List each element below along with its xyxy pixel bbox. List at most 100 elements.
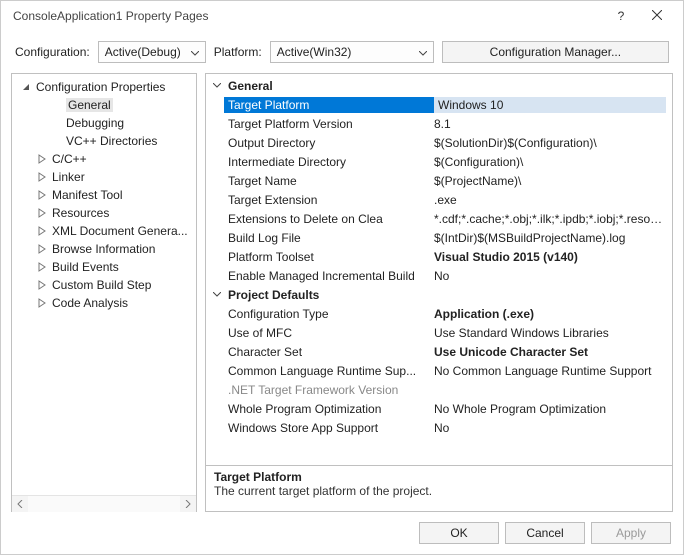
property-value[interactable]: No bbox=[434, 269, 666, 283]
property-row[interactable]: .NET Target Framework Version bbox=[206, 380, 672, 399]
expander-icon[interactable] bbox=[50, 117, 62, 129]
property-row[interactable]: Extensions to Delete on Clea*.cdf;*.cach… bbox=[206, 209, 672, 228]
expander-icon[interactable] bbox=[50, 99, 62, 111]
tree-item-label: Browse Information bbox=[52, 242, 155, 256]
expander-icon[interactable] bbox=[36, 225, 48, 237]
configuration-tree[interactable]: Configuration PropertiesGeneral Debugging… bbox=[12, 74, 196, 495]
tree-item-xml-document-genera-[interactable]: XML Document Genera... bbox=[14, 222, 194, 240]
property-value[interactable]: No Whole Program Optimization bbox=[434, 402, 666, 416]
property-row[interactable]: Character SetUse Unicode Character Set bbox=[206, 342, 672, 361]
expander-icon[interactable] bbox=[36, 279, 48, 291]
help-button[interactable]: ? bbox=[603, 1, 639, 31]
property-row[interactable]: Platform ToolsetVisual Studio 2015 (v140… bbox=[206, 247, 672, 266]
property-name: Target Extension bbox=[224, 193, 434, 207]
property-value[interactable]: No Common Language Runtime Support bbox=[434, 364, 666, 378]
property-value[interactable]: Use Unicode Character Set bbox=[434, 345, 666, 359]
tree-item-manifest-tool[interactable]: Manifest Tool bbox=[14, 186, 194, 204]
expander-icon[interactable] bbox=[36, 189, 48, 201]
tree-item-label: Custom Build Step bbox=[52, 278, 151, 292]
property-name: Common Language Runtime Sup... bbox=[224, 364, 434, 378]
tree-item-build-events[interactable]: Build Events bbox=[14, 258, 194, 276]
property-value[interactable]: No bbox=[434, 421, 666, 435]
property-value[interactable]: $(IntDir)$(MSBuildProjectName).log bbox=[434, 231, 666, 245]
property-row[interactable]: Enable Managed Incremental BuildNo bbox=[206, 266, 672, 285]
tree-item-resources[interactable]: Resources bbox=[14, 204, 194, 222]
expander-icon[interactable] bbox=[36, 261, 48, 273]
platform-dropdown[interactable]: Active(Win32) bbox=[270, 41, 434, 63]
property-name: Target Platform bbox=[224, 97, 434, 113]
tree-item-debugging[interactable]: Debugging bbox=[14, 114, 194, 132]
cancel-button[interactable]: Cancel bbox=[505, 522, 585, 544]
expander-icon[interactable] bbox=[50, 135, 62, 147]
property-value[interactable]: *.cdf;*.cache;*.obj;*.ilk;*.ipdb;*.iobj;… bbox=[434, 212, 666, 226]
close-button[interactable] bbox=[639, 1, 675, 31]
tree-item-vc-directories[interactable]: VC++ Directories bbox=[14, 132, 194, 150]
tree-item-browse-information[interactable]: Browse Information bbox=[14, 240, 194, 258]
section-header[interactable]: Project Defaults bbox=[206, 285, 672, 304]
section-header[interactable]: General bbox=[206, 76, 672, 95]
configuration-dropdown[interactable]: Active(Debug) bbox=[98, 41, 206, 63]
tree-horizontal-scrollbar[interactable] bbox=[12, 495, 196, 511]
dialog-actions: OK Cancel Apply bbox=[1, 512, 683, 554]
property-row[interactable]: Whole Program OptimizationNo Whole Progr… bbox=[206, 399, 672, 418]
property-value[interactable]: Application (.exe) bbox=[434, 307, 666, 321]
property-row[interactable]: Intermediate Directory$(Configuration)\ bbox=[206, 152, 672, 171]
expander-icon[interactable] bbox=[36, 243, 48, 255]
property-name: Character Set bbox=[224, 345, 434, 359]
property-value[interactable]: 8.1 bbox=[434, 117, 666, 131]
property-value[interactable]: Visual Studio 2015 (v140) bbox=[434, 250, 666, 264]
property-value[interactable]: .exe bbox=[434, 193, 666, 207]
property-name: Use of MFC bbox=[224, 326, 434, 340]
property-list[interactable]: General Target PlatformWindows 10Target P… bbox=[205, 73, 673, 466]
expander-icon[interactable] bbox=[36, 297, 48, 309]
property-row[interactable]: Output Directory$(SolutionDir)$(Configur… bbox=[206, 133, 672, 152]
body: Configuration PropertiesGeneralDebugging… bbox=[1, 69, 683, 512]
collapse-icon[interactable] bbox=[210, 292, 224, 297]
property-value[interactable]: $(SolutionDir)$(Configuration)\ bbox=[434, 136, 666, 150]
property-row[interactable]: Windows Store App SupportNo bbox=[206, 418, 672, 437]
property-row[interactable]: Target Platform Version8.1 bbox=[206, 114, 672, 133]
property-name: Output Directory bbox=[224, 136, 434, 150]
tree-item-c-c-[interactable]: C/C++ bbox=[14, 150, 194, 168]
expander-icon[interactable] bbox=[36, 171, 48, 183]
property-row[interactable]: Target PlatformWindows 10 bbox=[206, 95, 672, 114]
titlebar: ConsoleApplication1 Property Pages ? bbox=[1, 1, 683, 31]
tree-root[interactable]: Configuration Properties bbox=[14, 78, 194, 96]
configuration-manager-button[interactable]: Configuration Manager... bbox=[442, 41, 669, 63]
scroll-track[interactable] bbox=[28, 496, 180, 512]
tree-item-linker[interactable]: Linker bbox=[14, 168, 194, 186]
property-row[interactable]: Target Name$(ProjectName)\ bbox=[206, 171, 672, 190]
apply-button[interactable]: Apply bbox=[591, 522, 671, 544]
tree-item-label: C/C++ bbox=[52, 152, 87, 166]
property-row[interactable]: Target Extension.exe bbox=[206, 190, 672, 209]
scroll-right-icon[interactable] bbox=[180, 496, 196, 512]
cancel-label: Cancel bbox=[526, 526, 563, 540]
tree-item-general[interactable]: General bbox=[14, 96, 194, 114]
expander-icon[interactable] bbox=[36, 153, 48, 165]
property-row[interactable]: Build Log File$(IntDir)$(MSBuildProjectN… bbox=[206, 228, 672, 247]
scroll-left-icon[interactable] bbox=[12, 496, 28, 512]
close-icon bbox=[652, 9, 662, 23]
section-title: General bbox=[224, 79, 434, 93]
property-value[interactable]: $(Configuration)\ bbox=[434, 155, 666, 169]
tree-item-custom-build-step[interactable]: Custom Build Step bbox=[14, 276, 194, 294]
expander-icon[interactable] bbox=[20, 81, 32, 93]
tree-item-code-analysis[interactable]: Code Analysis bbox=[14, 294, 194, 312]
property-row[interactable]: Use of MFCUse Standard Windows Libraries bbox=[206, 323, 672, 342]
property-row[interactable]: Configuration TypeApplication (.exe) bbox=[206, 304, 672, 323]
ok-button[interactable]: OK bbox=[419, 522, 499, 544]
collapse-icon[interactable] bbox=[210, 83, 224, 88]
property-value[interactable]: Use Standard Windows Libraries bbox=[434, 326, 666, 340]
description-box: Target Platform The current target platf… bbox=[205, 466, 673, 512]
tree-item-label: Linker bbox=[52, 170, 85, 184]
platform-value: Active(Win32) bbox=[277, 45, 352, 59]
property-row[interactable]: Common Language Runtime Sup...No Common … bbox=[206, 361, 672, 380]
tree-panel: Configuration PropertiesGeneral Debugging… bbox=[11, 73, 197, 512]
section-title: Project Defaults bbox=[224, 288, 434, 302]
expander-icon[interactable] bbox=[36, 207, 48, 219]
tree-item-label: Debugging bbox=[66, 116, 124, 130]
property-value[interactable]: Windows 10 bbox=[434, 97, 666, 113]
property-value[interactable]: $(ProjectName)\ bbox=[434, 174, 666, 188]
configuration-row: Configuration: Active(Debug) Platform: A… bbox=[1, 31, 683, 69]
ok-label: OK bbox=[450, 526, 467, 540]
